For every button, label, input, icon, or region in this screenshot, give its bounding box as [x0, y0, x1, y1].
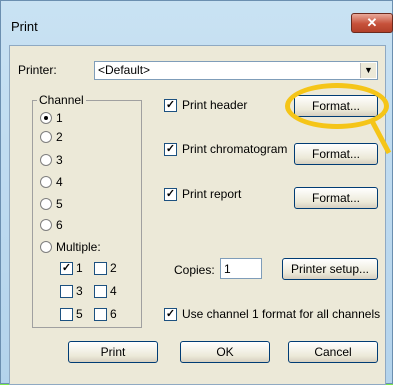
cancel-button[interactable]: Cancel	[288, 341, 378, 363]
title-bar: Print ✕	[1, 1, 393, 45]
multi-checkbox-4[interactable]	[94, 285, 107, 298]
multi-checkbox-3-label: 3	[76, 284, 83, 298]
dialog-title: Print	[11, 19, 38, 34]
channel-radio-5[interactable]	[40, 198, 52, 210]
channel-radio-1-label: 1	[56, 111, 63, 125]
ok-button[interactable]: OK	[180, 341, 270, 363]
printer-label: Printer:	[18, 63, 57, 77]
multi-checkbox-6-label: 6	[110, 307, 117, 321]
printer-select[interactable]: <Default> ▼	[94, 61, 378, 80]
print-report-label: Print report	[182, 187, 242, 201]
multi-checkbox-5[interactable]	[60, 308, 73, 321]
print-chromatogram-checkbox[interactable]: ✓	[164, 143, 177, 156]
multi-checkbox-1[interactable]: ✓	[60, 262, 73, 275]
format-report-button[interactable]: Format...	[294, 187, 378, 209]
chevron-down-icon[interactable]: ▼	[360, 63, 376, 78]
copies-value: 1	[224, 262, 231, 276]
copies-input[interactable]: 1	[220, 258, 262, 279]
channel-radio-4-label: 4	[56, 175, 63, 189]
use-channel-format-label: Use channel 1 format for all channels	[182, 307, 381, 321]
multi-checkbox-2-label: 2	[110, 261, 117, 275]
multi-checkbox-1-label: 1	[76, 261, 83, 275]
print-dialog: Print ✕ Printer: <Default> ▼ Channel 1 2…	[0, 0, 393, 385]
multi-checkbox-3[interactable]	[60, 285, 73, 298]
multi-checkbox-6[interactable]	[94, 308, 107, 321]
channel-radio-2[interactable]	[40, 131, 52, 143]
print-report-checkbox[interactable]: ✓	[164, 188, 177, 201]
format-chromatogram-button[interactable]: Format...	[294, 143, 378, 165]
channel-radio-multiple[interactable]	[40, 241, 52, 253]
use-channel-format-checkbox[interactable]: ✓	[164, 308, 177, 321]
print-header-checkbox[interactable]: ✓	[164, 99, 177, 112]
channel-radio-5-label: 5	[56, 197, 63, 211]
multi-checkbox-4-label: 4	[110, 284, 117, 298]
channel-radio-1[interactable]	[40, 112, 52, 124]
printer-select-value: <Default>	[98, 63, 151, 77]
multi-checkbox-5-label: 5	[76, 307, 83, 321]
print-button[interactable]: Print	[68, 341, 158, 363]
channel-radio-2-label: 2	[56, 130, 63, 144]
close-icon: ✕	[366, 15, 378, 30]
close-button[interactable]: ✕	[351, 13, 393, 33]
channel-radio-6[interactable]	[40, 219, 52, 231]
channel-radio-3[interactable]	[40, 154, 52, 166]
channel-legend: Channel	[37, 93, 86, 107]
channel-radio-multiple-label: Multiple:	[56, 240, 101, 254]
channel-radio-4[interactable]	[40, 176, 52, 188]
multi-checkbox-2[interactable]	[94, 262, 107, 275]
copies-label: Copies:	[174, 263, 215, 277]
channel-radio-3-label: 3	[56, 153, 63, 167]
printer-setup-button[interactable]: Printer setup...	[282, 258, 378, 280]
print-chromatogram-label: Print chromatogram	[182, 142, 288, 156]
print-header-label: Print header	[182, 98, 248, 112]
channel-radio-6-label: 6	[56, 218, 63, 232]
screenshot: Print ✕ Printer: <Default> ▼ Channel 1 2…	[0, 0, 393, 385]
